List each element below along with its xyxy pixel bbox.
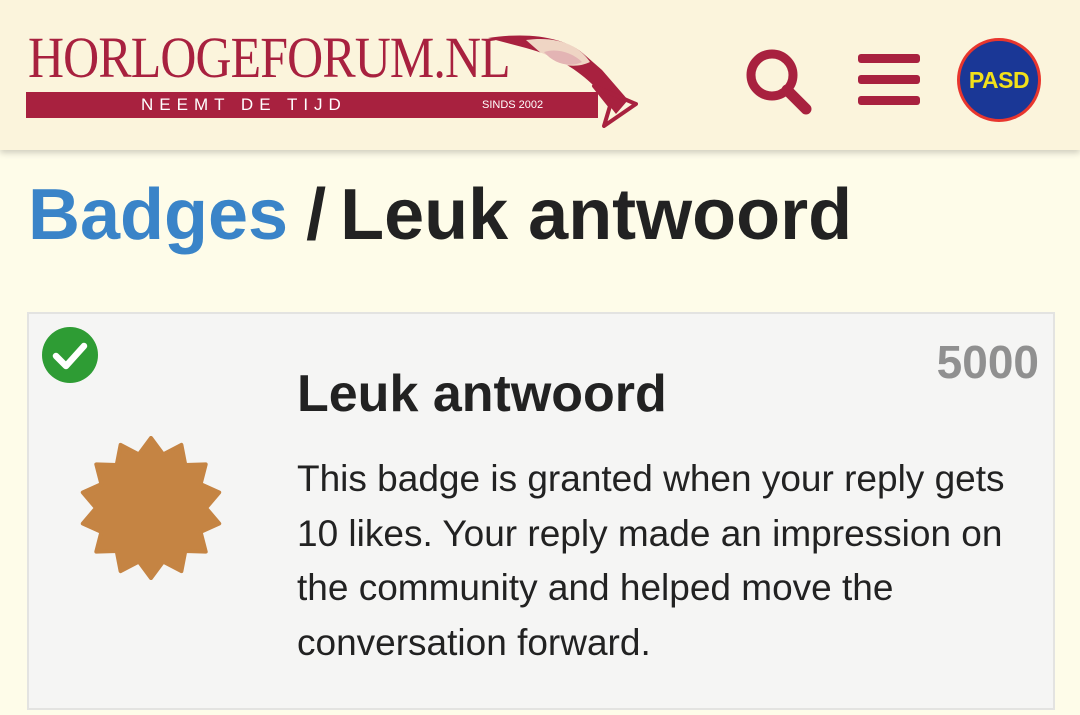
breadcrumb-separator: / (306, 175, 327, 255)
breadcrumb-current: Leuk antwoord (340, 175, 853, 255)
breadcrumb-link-badges[interactable]: Badges (28, 175, 288, 255)
search-icon (746, 49, 812, 115)
hamburger-menu-icon (858, 54, 920, 105)
badge-granted-count[interactable]: 5000 (937, 336, 1039, 388)
site-logo[interactable]: HORLOGEFORUM.NL NEEMT DE TIJD SINDS 2002 (26, 26, 638, 128)
badge-description: This badge is granted when your reply ge… (297, 458, 1005, 663)
breadcrumb: Badges / Leuk antwoord (28, 170, 852, 260)
search-button[interactable] (740, 43, 816, 119)
user-avatar[interactable]: PASD (957, 38, 1041, 122)
site-header: HORLOGEFORUM.NL NEEMT DE TIJD SINDS 2002… (0, 0, 1080, 150)
menu-button[interactable] (854, 48, 924, 112)
avatar-text: PASD (968, 66, 1030, 93)
logo-tagline: NEEMT DE TIJD (141, 95, 347, 114)
badge-title: Leuk antwoord (297, 365, 667, 423)
logo-title: HORLOGEFORUM.NL (28, 25, 511, 90)
watch-hand-logo-icon (488, 35, 638, 128)
starburst-bronze-badge-icon (80, 436, 222, 580)
check-circle-icon (42, 327, 98, 383)
badge-card[interactable]: 5000 Leuk antwoord This badge is granted… (27, 312, 1055, 710)
badge-starburst-shape (80, 436, 222, 580)
